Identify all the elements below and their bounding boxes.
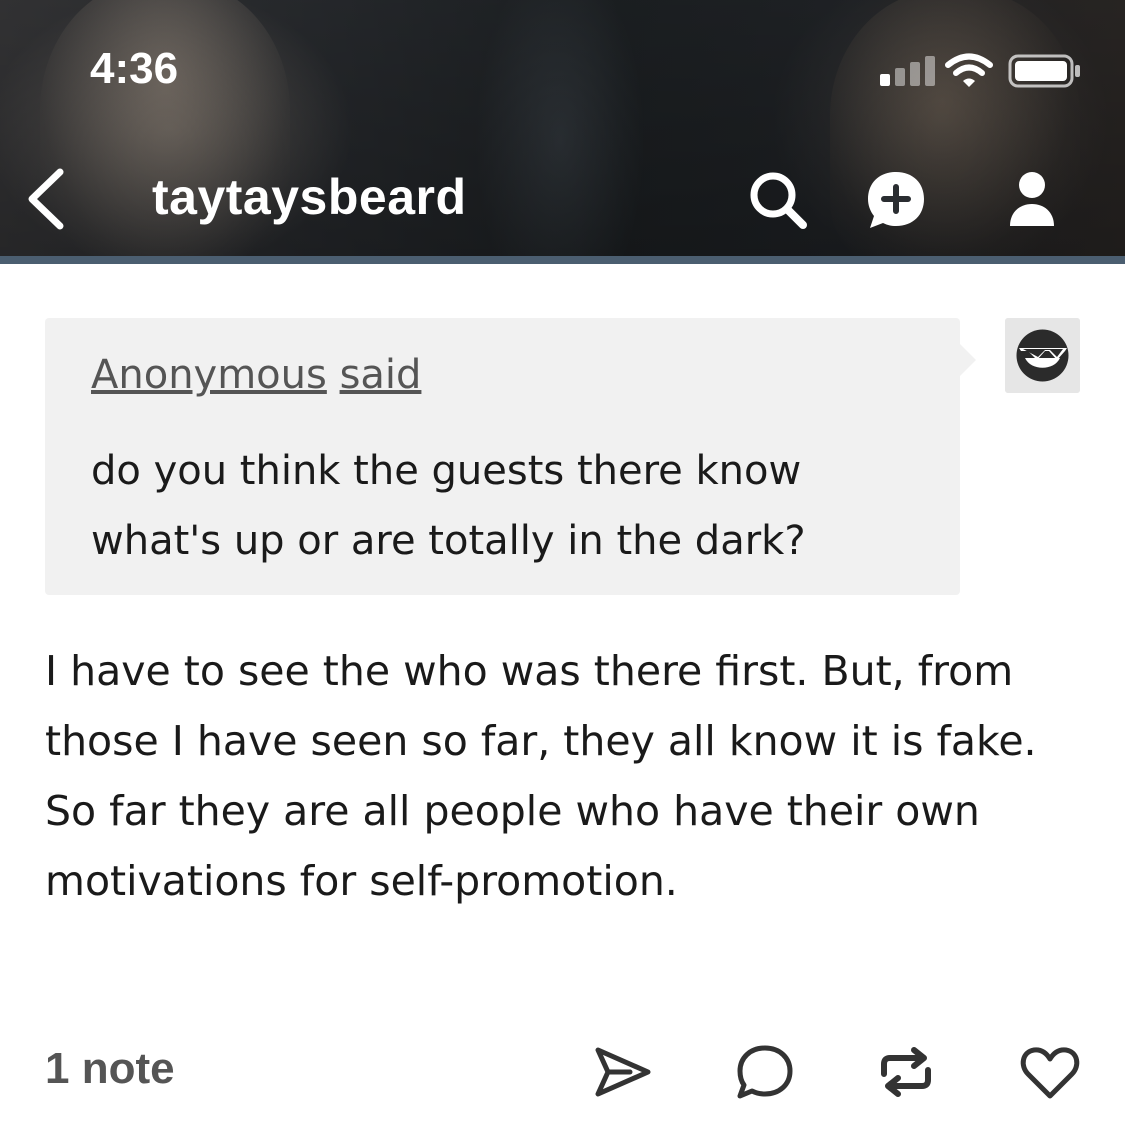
wifi-icon [945,53,993,87]
ask-bubble-tail [960,344,976,376]
ask-question: do you think the guests there know what'… [91,448,806,564]
add-chat-icon[interactable] [864,168,928,232]
share-icon[interactable] [590,1040,654,1104]
anonymous-avatar-icon[interactable] [1005,318,1080,393]
status-time: 4:36 [90,44,179,93]
reply-icon[interactable] [732,1040,796,1104]
reblog-icon[interactable] [874,1040,938,1104]
battery-icon [1008,54,1080,88]
asker-name[interactable]: Anonymous [91,352,327,398]
asker-said-label: said [339,352,422,398]
chevron-left-icon[interactable] [22,166,72,232]
header-divider [0,256,1125,264]
ask-bubble: Anonymous said do you think the guests t… [45,318,976,595]
post-screen: 4:36 taytaysbeard Anonymous said do you … [0,0,1125,1137]
heart-icon[interactable] [1018,1040,1082,1104]
ask-header: Anonymous said [91,352,421,398]
search-icon[interactable] [746,168,810,232]
cellular-signal-icon [880,54,936,86]
blog-header: 4:36 taytaysbeard [0,0,1125,264]
notes-count[interactable]: 1 note [45,1044,175,1094]
answer-text: I have to see the who was there first. B… [45,647,1037,905]
blog-name[interactable]: taytaysbeard [152,168,467,226]
person-icon[interactable] [1000,168,1064,232]
